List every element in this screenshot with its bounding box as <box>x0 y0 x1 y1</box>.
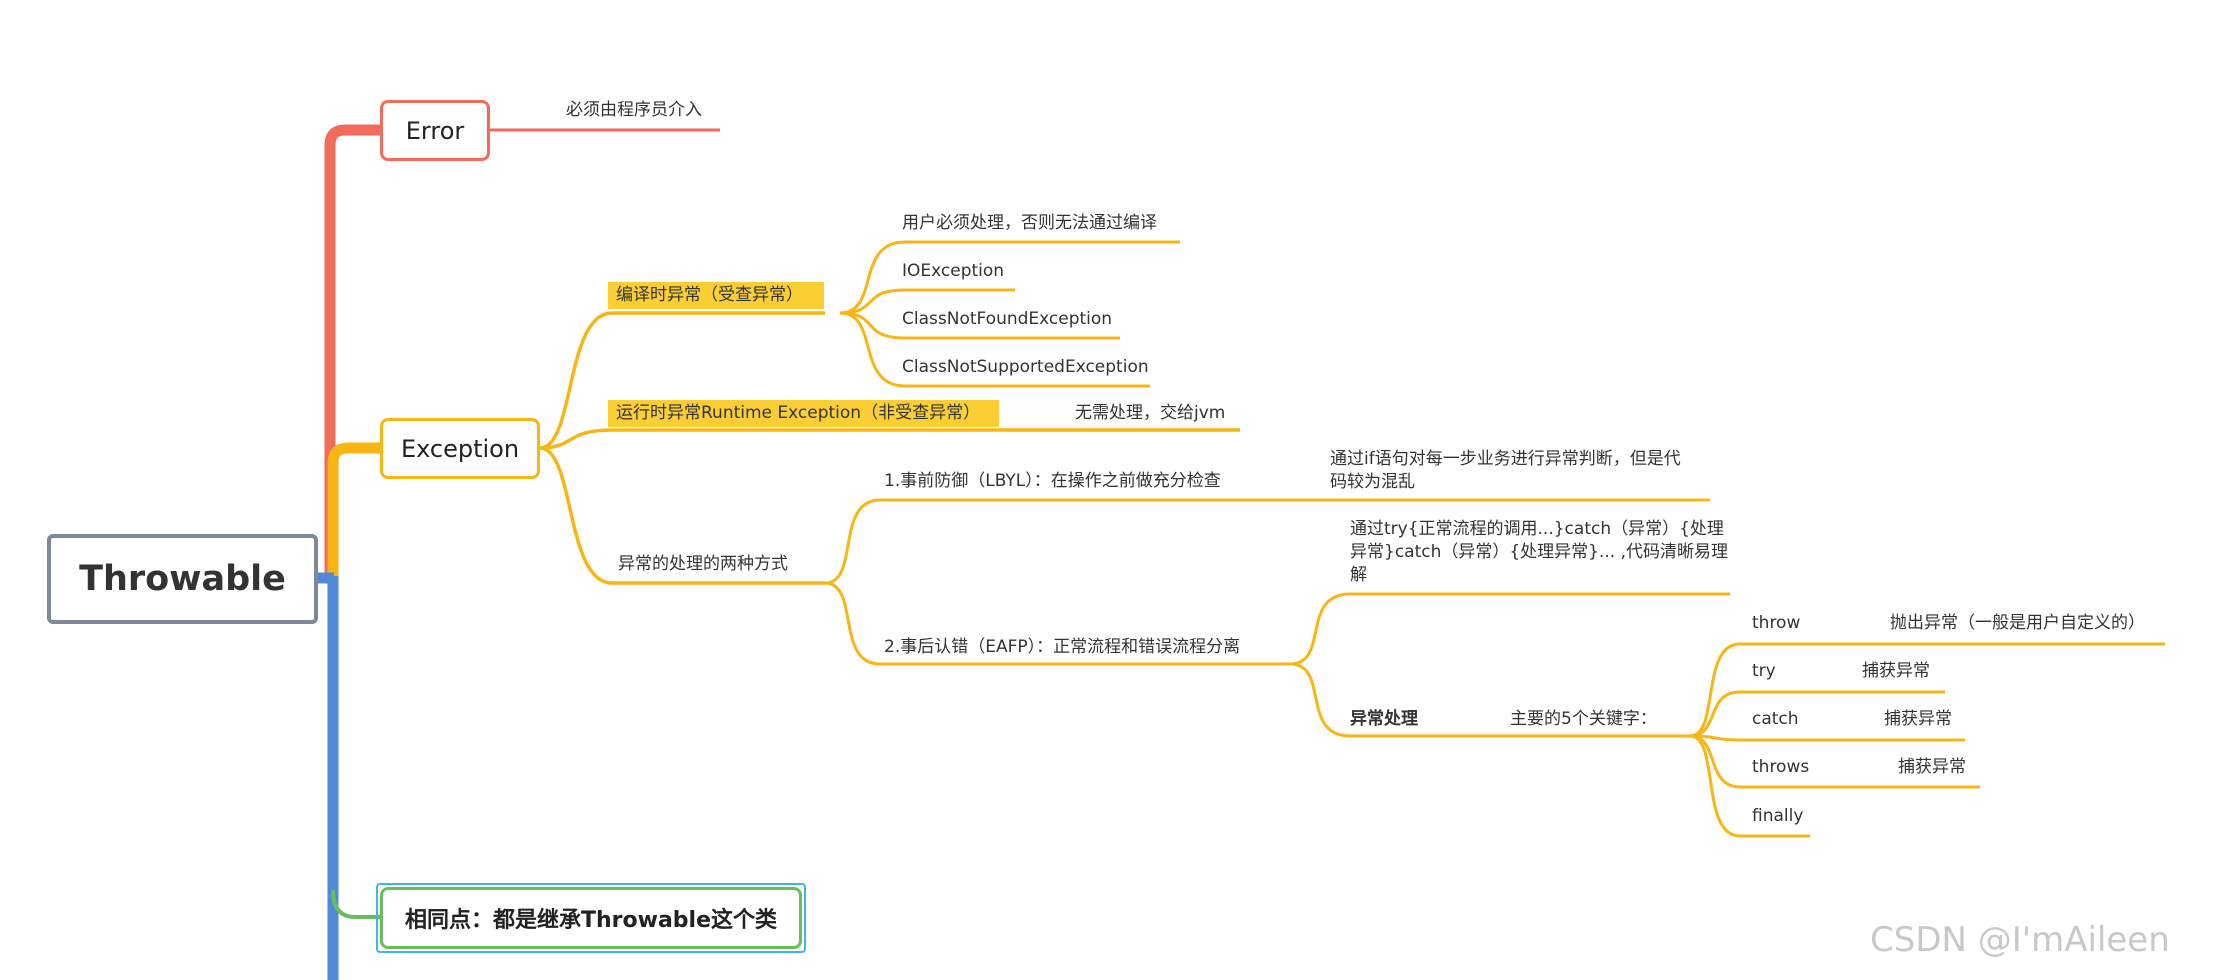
exception-node[interactable]: Exception <box>380 418 540 479</box>
eafp-label[interactable]: 2.事后认错（EAFP）：正常流程和错误流程分离 <box>884 636 1240 659</box>
watermark: CSDN @I'mAileen <box>1870 920 2170 960</box>
error-note: 必须由程序员介入 <box>566 100 702 120</box>
mindmap-canvas: Throwable Error 必须由程序员介入 Exception 编译时异常… <box>0 0 2213 980</box>
lbyl-label[interactable]: 1.事前防御（LBYL）：在操作之前做充分检查 <box>884 470 1221 493</box>
trunk-exception <box>327 442 380 580</box>
keyword-throw[interactable]: throw <box>1752 612 1800 635</box>
keyword-throws[interactable]: throws <box>1752 756 1809 779</box>
keywords-label: 主要的5个关键字： <box>1510 709 1657 729</box>
error-node[interactable]: Error <box>380 100 490 161</box>
link-common <box>331 889 380 919</box>
link-checked-1 <box>839 240 1180 315</box>
lbyl-note-line2: 码较为混乱 <box>1330 472 1415 492</box>
eafp-note-line3: 解 <box>1350 565 1367 585</box>
link-eafp-note <box>1289 592 1730 666</box>
checked-item-2: ClassNotFoundException <box>902 309 1113 329</box>
link-kw-catch <box>1689 734 1965 742</box>
root-node[interactable]: Throwable <box>47 534 318 624</box>
handling-label[interactable]: 异常的处理的两种方式 <box>618 553 788 576</box>
link-exc-checked <box>539 311 825 450</box>
link-exc-runtime <box>539 428 1240 450</box>
checked-exception-label[interactable]: 编译时异常（受查异常） <box>608 282 824 309</box>
exception-handle-label[interactable]: 异常处理 <box>1350 708 1418 731</box>
lbyl-note-line1: 通过if语句对每一步业务进行异常判断，但是代 <box>1330 449 1681 469</box>
common-node[interactable]: 相同点：都是继承Throwable这个类 <box>380 887 802 949</box>
checked-item-3: ClassNotSupportedException <box>902 357 1149 377</box>
keyword-try-desc: 捕获异常 <box>1862 661 1930 681</box>
eafp-note-line2: 异常}catch（异常）{处理异常}... ,代码清晰易理 <box>1350 542 1729 562</box>
checked-item-1: IOException <box>902 261 1005 281</box>
runtime-note: 无需处理，交给jvm <box>1075 403 1226 423</box>
keyword-catch-desc: 捕获异常 <box>1884 709 1952 729</box>
root-label: Throwable <box>79 559 286 599</box>
keyword-catch[interactable]: catch <box>1752 708 1799 731</box>
common-label: 相同点：都是继承Throwable这个类 <box>404 908 777 933</box>
runtime-exception-label[interactable]: 运行时异常Runtime Exception（非受查异常） <box>608 400 999 427</box>
keyword-throws-desc: 捕获异常 <box>1898 757 1966 777</box>
keyword-try[interactable]: try <box>1752 660 1776 683</box>
eafp-note-line1: 通过try{正常流程的调用...}catch（异常）{处理 <box>1350 519 1724 539</box>
keyword-throw-desc: 抛出异常（一般是用户自定义的） <box>1890 613 2145 633</box>
error-label: Error <box>405 116 465 145</box>
keyword-finally[interactable]: finally <box>1752 805 1803 828</box>
checked-item-0: 用户必须处理，否则无法通过编译 <box>902 213 1157 233</box>
exception-label: Exception <box>400 434 520 463</box>
